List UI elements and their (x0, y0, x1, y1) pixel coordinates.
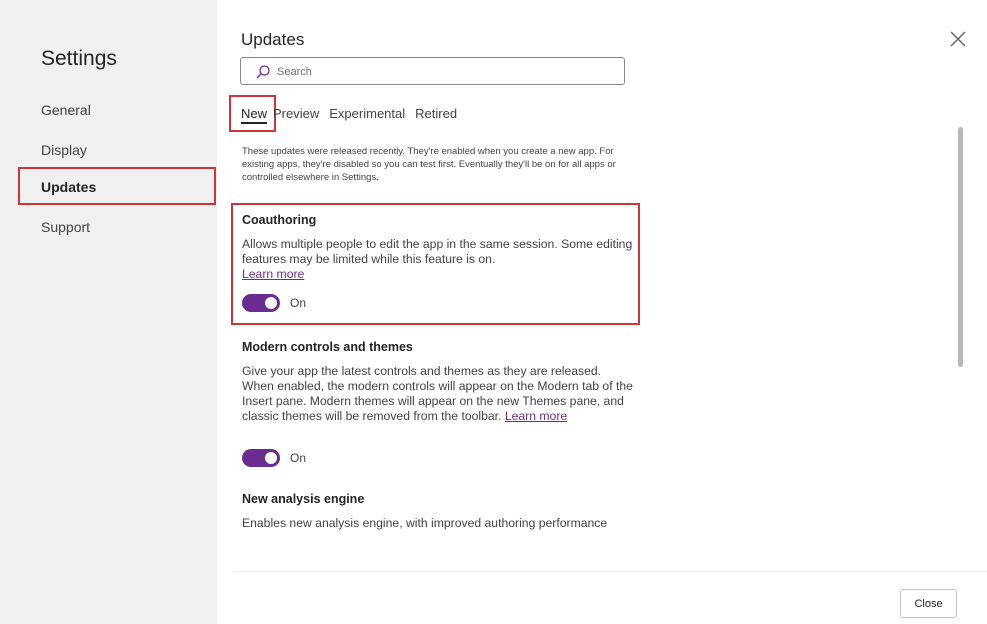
modern-controls-toggle-row: On (242, 449, 306, 467)
coauthoring-toggle-row: On (242, 294, 306, 312)
settings-sidebar: Settings General Display Updates Support (0, 0, 217, 624)
scrollbar-thumb[interactable] (958, 127, 963, 367)
search-icon (255, 64, 271, 80)
modern-controls-toggle-label: On (290, 451, 307, 465)
page-title: Updates (241, 30, 305, 49)
sidebar-item-display[interactable]: Display (41, 140, 87, 160)
tab-new[interactable]: New (241, 104, 268, 124)
modern-controls-description: Give your app the latest controls and th… (242, 364, 634, 424)
coauthoring-learn-more-link[interactable]: Learn more (242, 267, 304, 281)
modern-controls-learn-more-link[interactable]: Learn more (505, 409, 567, 423)
sidebar-item-general[interactable]: General (41, 100, 91, 120)
close-icon[interactable] (947, 28, 969, 50)
close-button[interactable]: Close (900, 589, 957, 618)
coauthoring-description: Allows multiple people to edit the app i… (242, 237, 634, 282)
coauthoring-title: Coauthoring (242, 213, 317, 227)
updates-intro-text: These updates were released recently. Th… (242, 146, 616, 183)
sidebar-item-support[interactable]: Support (41, 217, 90, 237)
tab-retired[interactable]: Retired (415, 104, 457, 124)
analysis-engine-description: Enables new analysis engine, with improv… (242, 516, 608, 530)
search-input[interactable] (277, 62, 617, 82)
sidebar-title: Settings (41, 47, 117, 70)
tab-experimental[interactable]: Experimental (329, 104, 405, 124)
toggle-knob (265, 297, 277, 309)
update-tabs: New Preview Experimental Retired (241, 104, 467, 126)
search-box[interactable] (240, 57, 625, 85)
modern-controls-title: Modern controls and themes (242, 340, 413, 354)
coauthoring-toggle[interactable] (242, 294, 280, 312)
analysis-engine-title: New analysis engine (242, 492, 365, 506)
coauthoring-description-text: Allows multiple people to edit the app i… (242, 237, 633, 266)
updates-panel: Updates New Preview Experimental Retired… (217, 0, 987, 624)
modern-controls-description-text: Give your app the latest controls and th… (242, 364, 633, 423)
toggle-knob (265, 452, 277, 464)
tab-preview[interactable]: Preview (273, 104, 319, 124)
updates-highlight-box (18, 167, 216, 205)
footer-divider (233, 571, 987, 572)
modern-controls-toggle[interactable] (242, 449, 280, 467)
coauthoring-toggle-label: On (290, 296, 307, 310)
